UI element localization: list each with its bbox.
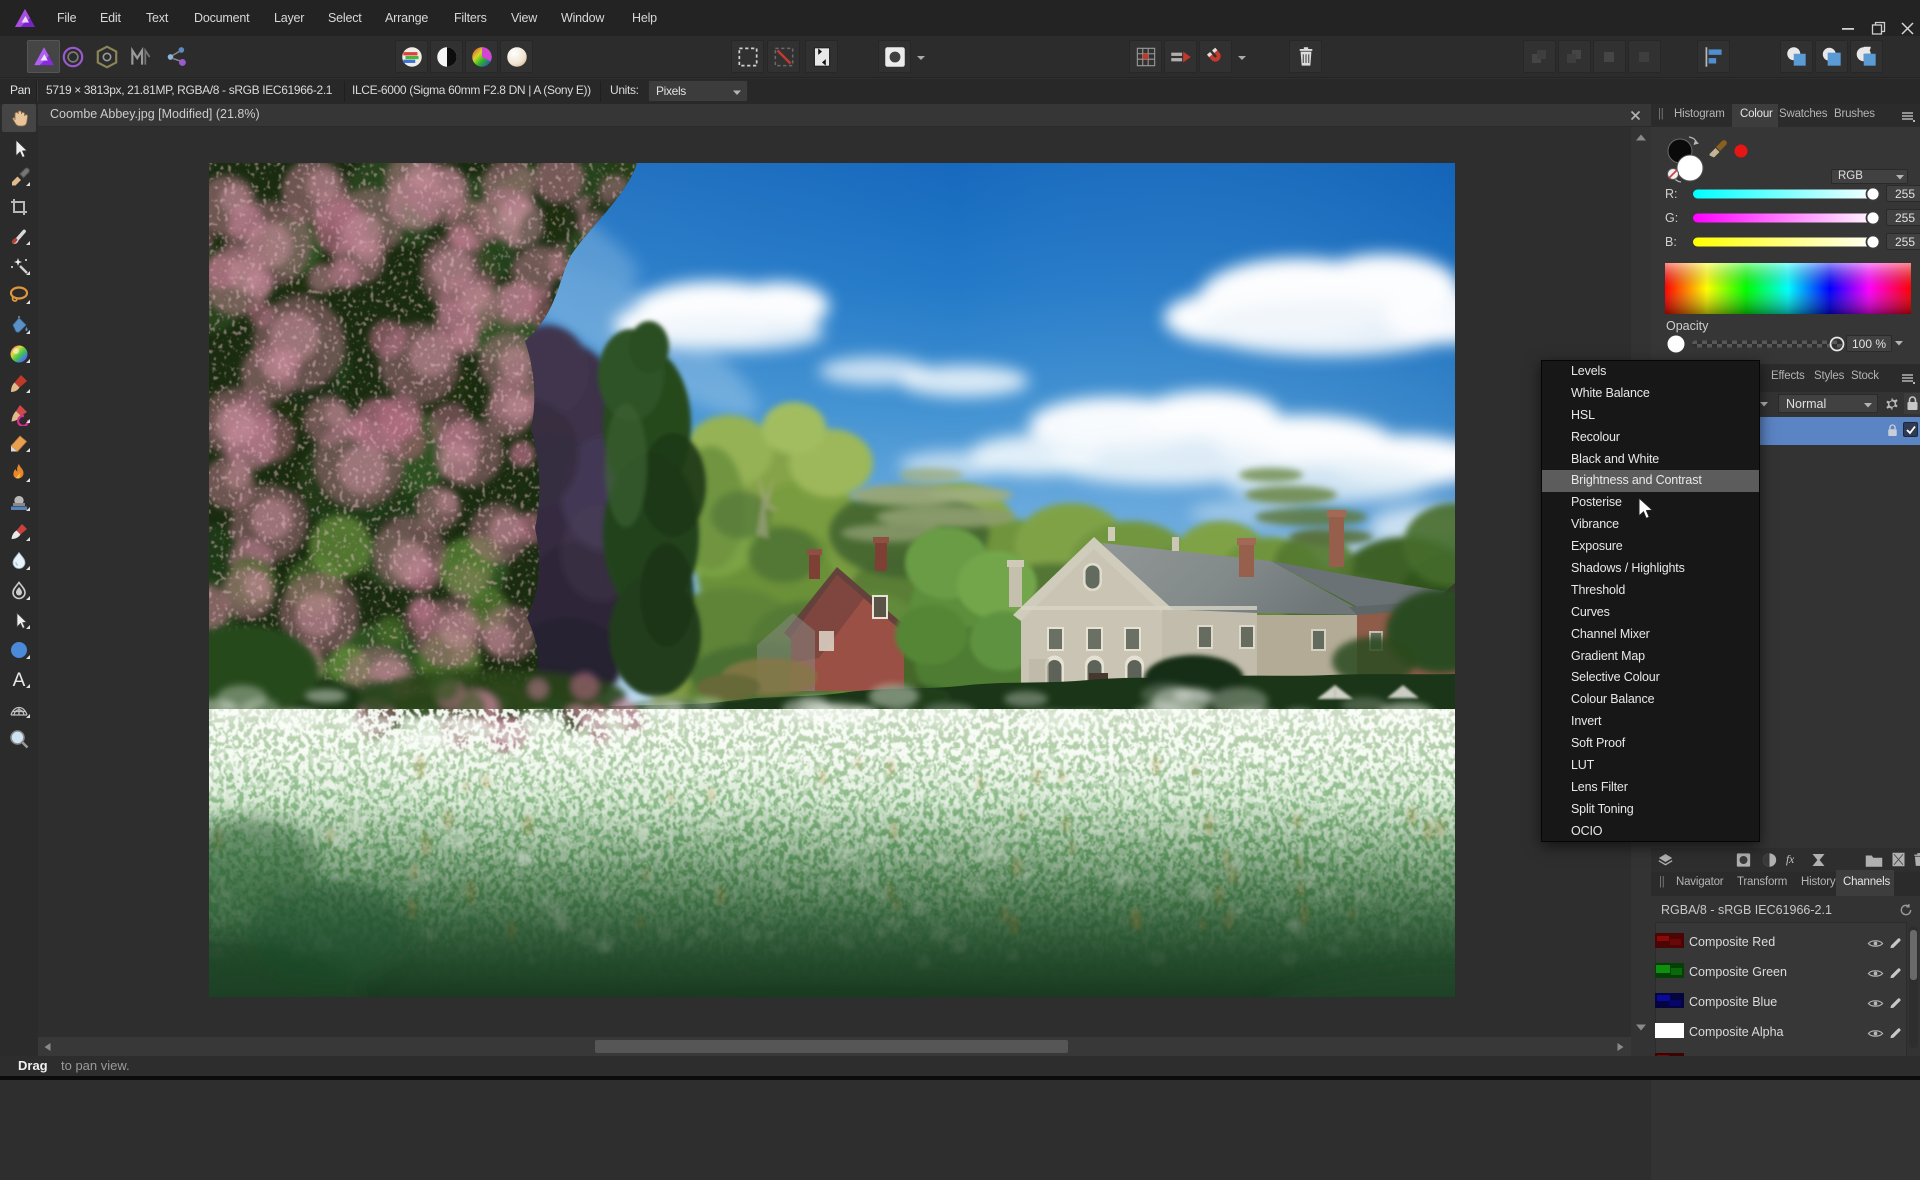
svg-text:fx: fx — [1786, 854, 1794, 866]
svg-text:A: A — [13, 670, 26, 691]
